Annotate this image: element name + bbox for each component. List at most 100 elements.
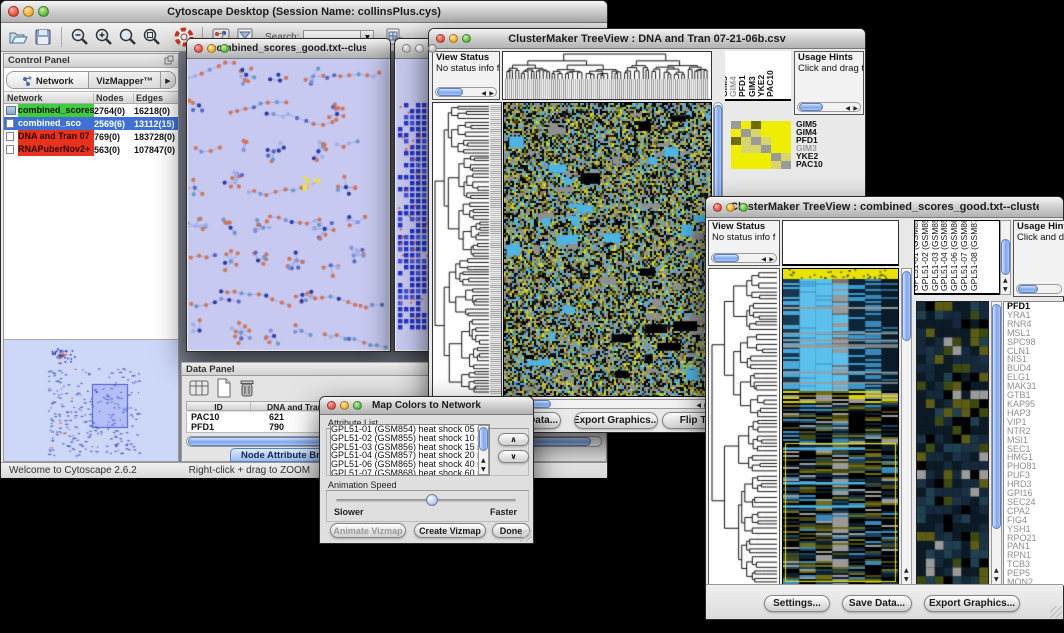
heatmap-column-label[interactable]: GPL51-02 (GSM855) [921, 220, 930, 291]
main-titlebar[interactable]: Cytoscape Desktop (Session Name: collins… [1, 1, 607, 23]
heatmap-cell[interactable] [781, 129, 791, 137]
scroll-up-icon[interactable]: ▲ [1003, 276, 1008, 285]
heatmap-cell[interactable] [761, 137, 771, 145]
scroll-left-icon[interactable]: ◀ [761, 255, 766, 264]
attribute-list-vscrollbar[interactable]: ▲ ▼ [478, 425, 489, 475]
heatmap-cell[interactable] [751, 121, 761, 129]
zoom-selected-icon[interactable] [116, 25, 140, 49]
heatmap-cell[interactable] [741, 121, 751, 129]
network-row[interactable]: RNAPuberNov2+563(0)107847(0) [4, 143, 178, 156]
zoom-fit-icon[interactable] [140, 25, 164, 49]
treeview1-titlebar[interactable]: ClusterMaker TreeView : DNA and Tran 07-… [429, 29, 865, 49]
heatmap-cell[interactable] [781, 145, 791, 153]
attribute-list-item[interactable]: GPL51-02 (GSM855) heat shock 10 min [331, 434, 489, 443]
create-vizmap-button[interactable]: Create Vizmap [414, 523, 486, 538]
data-col-id[interactable]: ID [187, 402, 251, 412]
scroll-left-icon[interactable]: ◀ [481, 89, 486, 98]
col-header-nodes[interactable]: Nodes [94, 93, 134, 103]
scroll-down-icon[interactable]: ▼ [994, 575, 999, 584]
minimize-button[interactable] [23, 6, 34, 17]
treeview2-row-dendrogram[interactable] [708, 268, 780, 586]
save-icon[interactable] [31, 25, 55, 49]
heatmap-column-label[interactable]: GPL51-08 (GSM872) [970, 220, 979, 291]
treeview1-column-dendrogram[interactable] [502, 51, 712, 100]
export-graphics-button[interactable]: Export Graphics... [574, 412, 658, 429]
heatmap-cell[interactable] [731, 129, 741, 137]
usage-hints-hscrollbar[interactable] [1016, 284, 1062, 294]
scrollbar-thumb[interactable] [799, 103, 823, 111]
heatmap-cell[interactable] [761, 153, 771, 161]
export-graphics-button[interactable]: Export Graphics... [924, 595, 1020, 612]
resize-grip[interactable] [1050, 606, 1062, 618]
heatmap-cell[interactable] [741, 137, 751, 145]
animate-vizmap-button[interactable]: Animate Vizmap [330, 523, 406, 538]
heatmap-cell[interactable] [731, 137, 741, 145]
zoom-out-icon[interactable] [68, 25, 92, 49]
attribute-list-item[interactable]: GPL51-07 (GSM868) heat shock 60 min [331, 469, 489, 476]
heatmap-cell[interactable] [771, 129, 781, 137]
heatmap-cell[interactable] [751, 129, 761, 137]
treeview2-collabel-vscrollbar[interactable]: ▲ ▼ [1000, 220, 1011, 295]
treeview1-row-dendrogram[interactable] [432, 102, 502, 397]
animation-speed-slider[interactable] [336, 499, 516, 502]
attribute-list[interactable]: GPL51-01 (GSM854) heat shock 05 minGPL51… [330, 424, 490, 476]
zoom-button[interactable] [38, 6, 49, 17]
zoom-button[interactable] [739, 203, 748, 212]
scrollbar-thumb[interactable] [1001, 239, 1010, 275]
heatmap-row-label[interactable]: PAC10 [796, 160, 840, 168]
heatmap-cell[interactable] [771, 161, 781, 169]
heatmap-cell[interactable] [771, 153, 781, 161]
close-button[interactable] [436, 34, 445, 43]
heatmap-cell[interactable] [761, 121, 771, 129]
scroll-left-icon[interactable]: ◀ [845, 104, 850, 113]
heatmap-column-label[interactable]: PAC10 [766, 70, 775, 97]
minimize-button[interactable] [207, 44, 216, 53]
delete-attribute-icon[interactable] [238, 378, 256, 403]
close-button[interactable] [194, 44, 203, 53]
heatmap-cell[interactable] [761, 129, 771, 137]
heatmap-cell[interactable] [761, 161, 771, 169]
tab-vizmapper[interactable]: VizMapper™ [89, 72, 160, 89]
usage-hints-hscrollbar[interactable]: ◀ ▶ [797, 102, 861, 112]
minimize-button[interactable] [340, 401, 349, 410]
minimize-button[interactable] [726, 203, 735, 212]
treeview1-zoom-heatmap[interactable] [731, 121, 791, 169]
treeview2-heatmap[interactable] [782, 268, 899, 586]
heatmap-cell[interactable] [751, 137, 761, 145]
network-overview-panel[interactable] [4, 339, 178, 461]
scroll-right-icon[interactable]: ▶ [489, 89, 494, 98]
network-row[interactable]: DNA and Tran 07769(0)183728(0) [4, 130, 178, 143]
treeview2-vscrollbar[interactable]: ▲ ▼ [901, 268, 912, 586]
tab-network[interactable]: Network [7, 72, 89, 89]
heatmap-cell[interactable] [781, 121, 791, 129]
heatmap-cell[interactable] [781, 153, 791, 161]
zoom-button[interactable] [462, 34, 471, 43]
close-button[interactable] [402, 44, 411, 53]
zoom-button[interactable] [353, 401, 362, 410]
col-header-edges[interactable]: Edges [134, 93, 178, 103]
zoom-button[interactable] [220, 44, 229, 53]
scroll-down-icon[interactable]: ▼ [481, 465, 486, 474]
heatmap-cell[interactable] [741, 129, 751, 137]
float-panel-icon[interactable] [164, 52, 174, 70]
view-status-hscrollbar[interactable]: ◀ ▶ [711, 253, 777, 263]
settings-button[interactable]: Settings... [764, 595, 830, 612]
scroll-up-icon[interactable]: ▲ [904, 566, 909, 575]
scroll-down-icon[interactable]: ▼ [904, 575, 909, 584]
heatmap-cell[interactable] [781, 161, 791, 169]
zoom-button[interactable] [428, 44, 437, 53]
treeview1-hscrollbar[interactable]: ◀ ▶ [503, 399, 712, 409]
heatmap-cell[interactable] [771, 137, 781, 145]
heatmap-cell[interactable] [751, 153, 761, 161]
heatmap-column-label[interactable]: GPL51-06 (GSM865) [950, 220, 959, 291]
save-data-button[interactable]: Save Data... [842, 595, 912, 612]
heatmap-cell[interactable] [731, 161, 741, 169]
heatmap-cell[interactable] [741, 153, 751, 161]
close-button[interactable] [8, 6, 19, 17]
attribute-list-item[interactable]: GPL51-03 (GSM856) heat shock 15 min [331, 443, 489, 452]
network-canvas-area[interactable] [188, 59, 389, 350]
treeview1-heatmap[interactable] [503, 102, 712, 397]
view-status-hscrollbar[interactable]: ◀ ▶ [435, 87, 497, 97]
scrollbar-thumb[interactable] [902, 271, 911, 341]
heatmap-cell[interactable] [731, 145, 741, 153]
